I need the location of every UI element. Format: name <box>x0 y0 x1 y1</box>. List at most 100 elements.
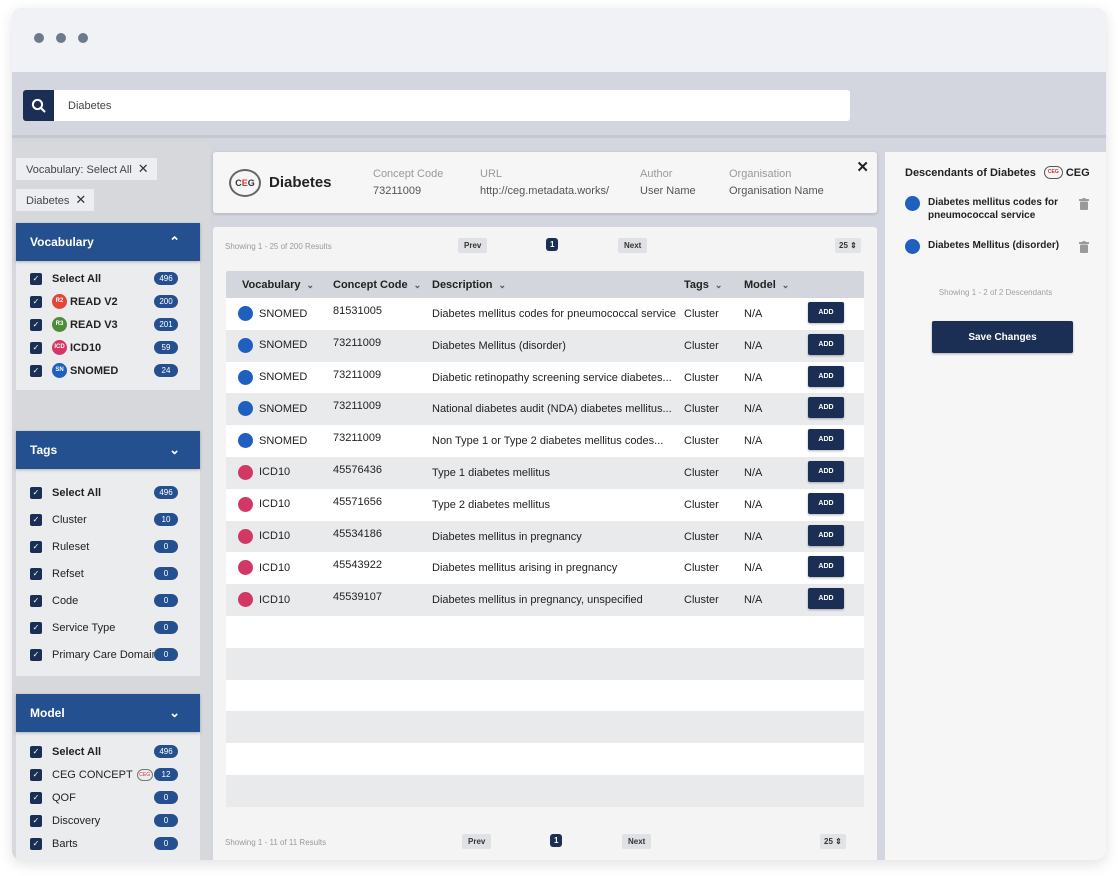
column-description[interactable]: Description ⌄ <box>432 279 506 291</box>
count-badge: 12 <box>154 768 178 781</box>
checkbox-checked-icon[interactable]: ✓ <box>30 364 42 377</box>
add-button[interactable]: ADD <box>808 397 844 419</box>
checkbox-checked-icon[interactable]: ✓ <box>30 814 42 827</box>
checkbox-checked-icon[interactable]: ✓ <box>30 621 42 634</box>
add-button[interactable]: ADD <box>808 492 844 514</box>
add-button[interactable]: ADD <box>808 365 844 387</box>
trash-icon[interactable] <box>1079 241 1089 253</box>
vocab-option-snomed[interactable]: ✓ SN SNOMED 24 <box>16 359 200 382</box>
column-concept-code[interactable]: Concept Code ⌄ <box>333 279 421 291</box>
model-cell: N/A <box>744 339 763 352</box>
checkbox-checked-icon[interactable]: ✓ <box>30 540 42 553</box>
option-label: Barts <box>52 837 78 850</box>
tag-option[interactable]: ✓ Cluster 10 <box>16 506 200 533</box>
checkbox-checked-icon[interactable]: ✓ <box>30 295 42 308</box>
checkbox-checked-icon[interactable]: ✓ <box>30 768 42 781</box>
model-option[interactable]: ✓ QOF 0 <box>16 786 200 809</box>
add-button[interactable]: ADD <box>808 588 844 610</box>
filter-chip-vocabulary: Vocabulary: Select All ✕ <box>16 158 157 180</box>
column-label: Description <box>432 279 493 291</box>
search-input[interactable] <box>54 90 850 121</box>
next-button[interactable]: Next <box>618 238 648 253</box>
close-icon[interactable]: ✕ <box>856 158 869 176</box>
model-option[interactable]: ✓ Select All 496 <box>16 740 200 763</box>
tag-option[interactable]: ✓ Ruleset 0 <box>16 533 200 560</box>
checkbox-checked-icon[interactable]: ✓ <box>30 791 42 804</box>
field-value: 73211009 <box>373 185 422 197</box>
page-1-button[interactable]: 1 <box>550 834 563 847</box>
add-button[interactable]: ADD <box>808 429 844 451</box>
tags-cell: Cluster <box>684 466 719 479</box>
model-panel-header[interactable]: Model ⌄ <box>16 694 200 732</box>
search-button[interactable] <box>23 90 54 121</box>
table-row[interactable]: SNOMED 73211009 Diabetic retinopathy scree… <box>226 361 864 394</box>
checkbox-checked-icon[interactable]: ✓ <box>30 318 42 331</box>
icd10-icon <box>238 560 253 576</box>
model-option[interactable]: ✓ CEG CONCEPT CEG 12 <box>16 763 200 786</box>
add-button[interactable]: ADD <box>808 333 844 355</box>
checkbox-checked-icon[interactable]: ✓ <box>30 745 42 758</box>
tags-cell: Cluster <box>684 371 719 384</box>
tag-option[interactable]: ✓ Primary Care Domain 0 <box>16 641 200 668</box>
checkbox-checked-icon[interactable]: ✓ <box>30 837 42 850</box>
table-row[interactable]: SNOMED 73211009 Diabetes Mellitus (disorde… <box>226 329 864 362</box>
column-tags[interactable]: Tags ⌄ <box>684 279 722 291</box>
option-label: Code <box>52 594 79 607</box>
table-row[interactable]: ICD10 45539107 Diabetes mellitus in pregna… <box>226 584 864 616</box>
checkbox-checked-icon[interactable]: ✓ <box>30 513 42 526</box>
window-control-dot[interactable] <box>34 33 44 43</box>
model-option[interactable]: ✓ Barts 0 <box>16 832 200 855</box>
checkbox-checked-icon[interactable]: ✓ <box>30 272 42 285</box>
search-icon <box>31 98 46 113</box>
checkbox-checked-icon[interactable]: ✓ <box>30 594 42 607</box>
checkbox-checked-icon[interactable]: ✓ <box>30 341 42 354</box>
vocab-option-select-all[interactable]: ✓ Select All 496 <box>16 267 200 290</box>
vocab-option-icd10[interactable]: ✓ ICD ICD10 59 <box>16 336 200 359</box>
tag-option[interactable]: ✓ Service Type 0 <box>16 614 200 641</box>
checkbox-checked-icon[interactable]: ✓ <box>30 567 42 580</box>
table-row[interactable]: ICD10 45543922 Diabetes mellitus arising i… <box>226 552 864 585</box>
table-row[interactable]: SNOMED 73211009 National diabetes audit (N… <box>226 393 864 426</box>
prev-button[interactable]: Prev <box>462 834 492 849</box>
table-row[interactable]: ICD10 45576436 Type 1 diabetes mellitus Clu… <box>226 456 864 489</box>
add-button[interactable]: ADD <box>808 524 844 546</box>
table-row[interactable]: SNOMED 81531005 Diabetes mellitus codes fo… <box>226 298 864 330</box>
tag-option[interactable]: ✓ Select All 496 <box>16 479 200 506</box>
add-button[interactable]: ADD <box>808 556 844 578</box>
window-control-dot[interactable] <box>78 33 88 43</box>
model-option[interactable]: ✓ Discovery 0 <box>16 809 200 832</box>
column-vocabulary[interactable]: Vocabulary ⌄ <box>242 279 314 291</box>
model-cell: N/A <box>744 594 763 607</box>
save-changes-button[interactable]: Save Changes <box>932 321 1073 353</box>
table-row[interactable]: SNOMED 73211009 Non Type 1 or Type 2 diabe… <box>226 425 864 457</box>
chevron-up-icon[interactable]: ⌃ <box>169 223 180 261</box>
tags-panel-header[interactable]: Tags ⌄ <box>16 431 200 469</box>
add-button[interactable]: ADD <box>808 460 844 482</box>
table-row[interactable]: ICD10 45534186 Diabetes mellitus in pregna… <box>226 520 864 553</box>
chevron-down-icon[interactable]: ⌄ <box>169 694 180 732</box>
page-1-button[interactable]: 1 <box>546 238 559 251</box>
remove-filter-icon[interactable]: ✕ <box>75 192 86 207</box>
tag-option[interactable]: ✓ Refset 0 <box>16 560 200 587</box>
concept-code-cell: 45543922 <box>333 559 382 572</box>
empty-table-row <box>226 615 864 648</box>
chevron-down-icon[interactable]: ⌄ <box>169 431 180 469</box>
next-button[interactable]: Next <box>622 834 652 849</box>
remove-filter-icon[interactable]: ✕ <box>138 161 149 176</box>
concept-code-cell: 45539107 <box>333 591 382 604</box>
field-value[interactable]: http://ceg.metadata.works/ <box>480 185 609 197</box>
page-size-select[interactable]: 25 ⇕ <box>835 238 861 253</box>
vocab-option-read-v2[interactable]: ✓ R2 READ V2 200 <box>16 290 200 313</box>
table-row[interactable]: ICD10 45571656 Type 2 diabetes mellitus Clu… <box>226 488 864 521</box>
trash-icon[interactable] <box>1079 198 1089 210</box>
tag-option[interactable]: ✓ Code 0 <box>16 587 200 614</box>
page-size-select[interactable]: 25 ⇕ <box>820 834 846 849</box>
window-control-dot[interactable] <box>56 33 66 43</box>
checkbox-checked-icon[interactable]: ✓ <box>30 486 42 499</box>
add-button[interactable]: ADD <box>808 302 844 323</box>
vocabulary-panel-header[interactable]: Vocabulary ⌃ <box>16 223 200 261</box>
checkbox-checked-icon[interactable]: ✓ <box>30 648 42 661</box>
vocab-option-read-v3[interactable]: ✓ R3 READ V3 201 <box>16 313 200 336</box>
column-model[interactable]: Model ⌄ <box>744 279 789 291</box>
prev-button[interactable]: Prev <box>458 238 488 253</box>
